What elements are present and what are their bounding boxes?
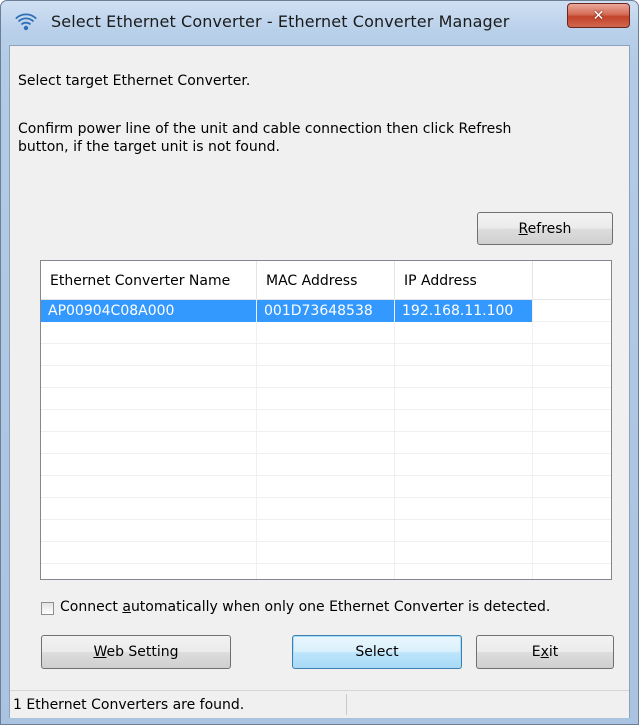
column-gridline (394, 299, 395, 579)
status-divider (346, 694, 347, 715)
empty-row (41, 454, 611, 476)
auto-connect-label[interactable]: Connect automatically when only one Ethe… (60, 599, 550, 615)
list-header: Ethernet Converter Name MAC Address IP A… (41, 261, 611, 300)
exit-button-label: Exit (531, 644, 559, 660)
close-button[interactable]: ✕ (567, 3, 630, 28)
table-row[interactable]: AP00904C08A000 001D73648538 192.168.11.1… (41, 300, 611, 322)
column-header-filler (533, 261, 611, 299)
empty-row (41, 476, 611, 498)
empty-row (41, 344, 611, 366)
empty-row (41, 498, 611, 520)
column-gridline (256, 299, 257, 579)
empty-row (41, 410, 611, 432)
status-text: 1 Ethernet Converters are found. (13, 697, 245, 713)
instruction-line-2: button, if the target unit is not found. (18, 139, 280, 155)
wifi-icon (15, 13, 37, 31)
refresh-button[interactable]: Refresh (477, 212, 613, 245)
empty-row (41, 542, 611, 564)
empty-row (41, 366, 611, 388)
empty-row (41, 432, 611, 454)
instruction-title: Select target Ethernet Converter. (18, 73, 251, 89)
title-bar[interactable]: Select Ethernet Converter - Ethernet Con… (1, 1, 638, 45)
close-icon: ✕ (592, 7, 605, 24)
instruction-line-1: Confirm power line of the unit and cable… (18, 121, 512, 137)
cell-converter-name: AP00904C08A000 (41, 300, 257, 322)
dialog-client-area: Select target Ethernet Converter. Confir… (9, 45, 630, 718)
exit-button[interactable]: Exit (476, 635, 614, 669)
column-header-mac[interactable]: MAC Address (257, 261, 395, 299)
empty-row (41, 388, 611, 410)
column-header-ip[interactable]: IP Address (395, 261, 533, 299)
web-setting-button-label: Web Setting (93, 644, 179, 660)
status-bar: 1 Ethernet Converters are found. (10, 690, 629, 718)
column-gridline (532, 299, 533, 579)
cell-mac-address: 001D73648538 (257, 300, 395, 322)
web-setting-button[interactable]: Web Setting (41, 635, 231, 669)
column-header-name[interactable]: Ethernet Converter Name (41, 261, 257, 299)
select-button[interactable]: Select (292, 635, 462, 669)
window-title: Select Ethernet Converter - Ethernet Con… (51, 12, 510, 31)
refresh-button-label: Refresh (518, 220, 572, 237)
cell-ip-address: 192.168.11.100 (395, 300, 533, 322)
auto-connect-checkbox[interactable] (41, 602, 54, 615)
converter-list[interactable]: Ethernet Converter Name MAC Address IP A… (40, 260, 612, 580)
empty-row (41, 322, 611, 344)
dialog-window: Select Ethernet Converter - Ethernet Con… (0, 0, 639, 725)
empty-row (41, 520, 611, 542)
